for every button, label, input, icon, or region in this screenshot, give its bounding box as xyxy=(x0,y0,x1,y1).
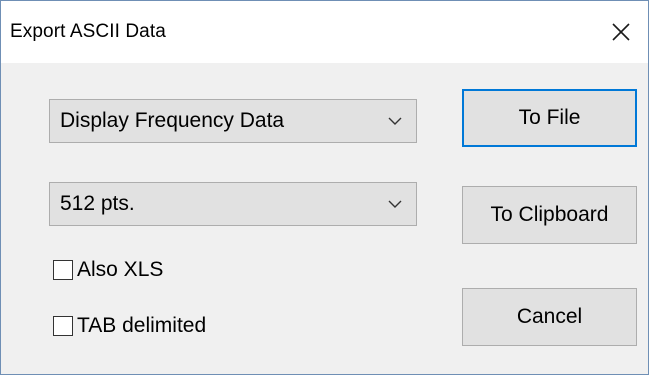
also-xls-label: Also XLS xyxy=(77,258,164,281)
tab-delimited-checkbox[interactable]: TAB delimited xyxy=(53,313,206,339)
chevron-down-icon xyxy=(388,200,402,208)
tab-delimited-label: TAB delimited xyxy=(77,314,207,337)
checkbox-box[interactable] xyxy=(53,316,73,336)
points-dropdown[interactable]: 512 pts. xyxy=(49,182,417,226)
to-clipboard-button[interactable]: To Clipboard xyxy=(462,186,637,244)
data-type-selected: Display Frequency Data xyxy=(60,109,285,132)
also-xls-checkbox[interactable]: Also XLS xyxy=(53,257,163,283)
close-button[interactable] xyxy=(596,1,648,63)
checkbox-box[interactable] xyxy=(53,260,73,280)
data-type-dropdown[interactable]: Display Frequency Data xyxy=(49,99,417,143)
dialog-title: Export ASCII Data xyxy=(10,21,166,42)
close-icon xyxy=(612,23,630,41)
title-bar: Export ASCII Data xyxy=(1,1,648,63)
to-file-button[interactable]: To File xyxy=(462,89,637,147)
chevron-down-icon xyxy=(388,117,402,125)
cancel-button[interactable]: Cancel xyxy=(462,288,637,346)
export-ascii-dialog: Export ASCII Data Display Frequency Data… xyxy=(0,0,649,375)
points-selected: 512 pts. xyxy=(60,192,135,215)
